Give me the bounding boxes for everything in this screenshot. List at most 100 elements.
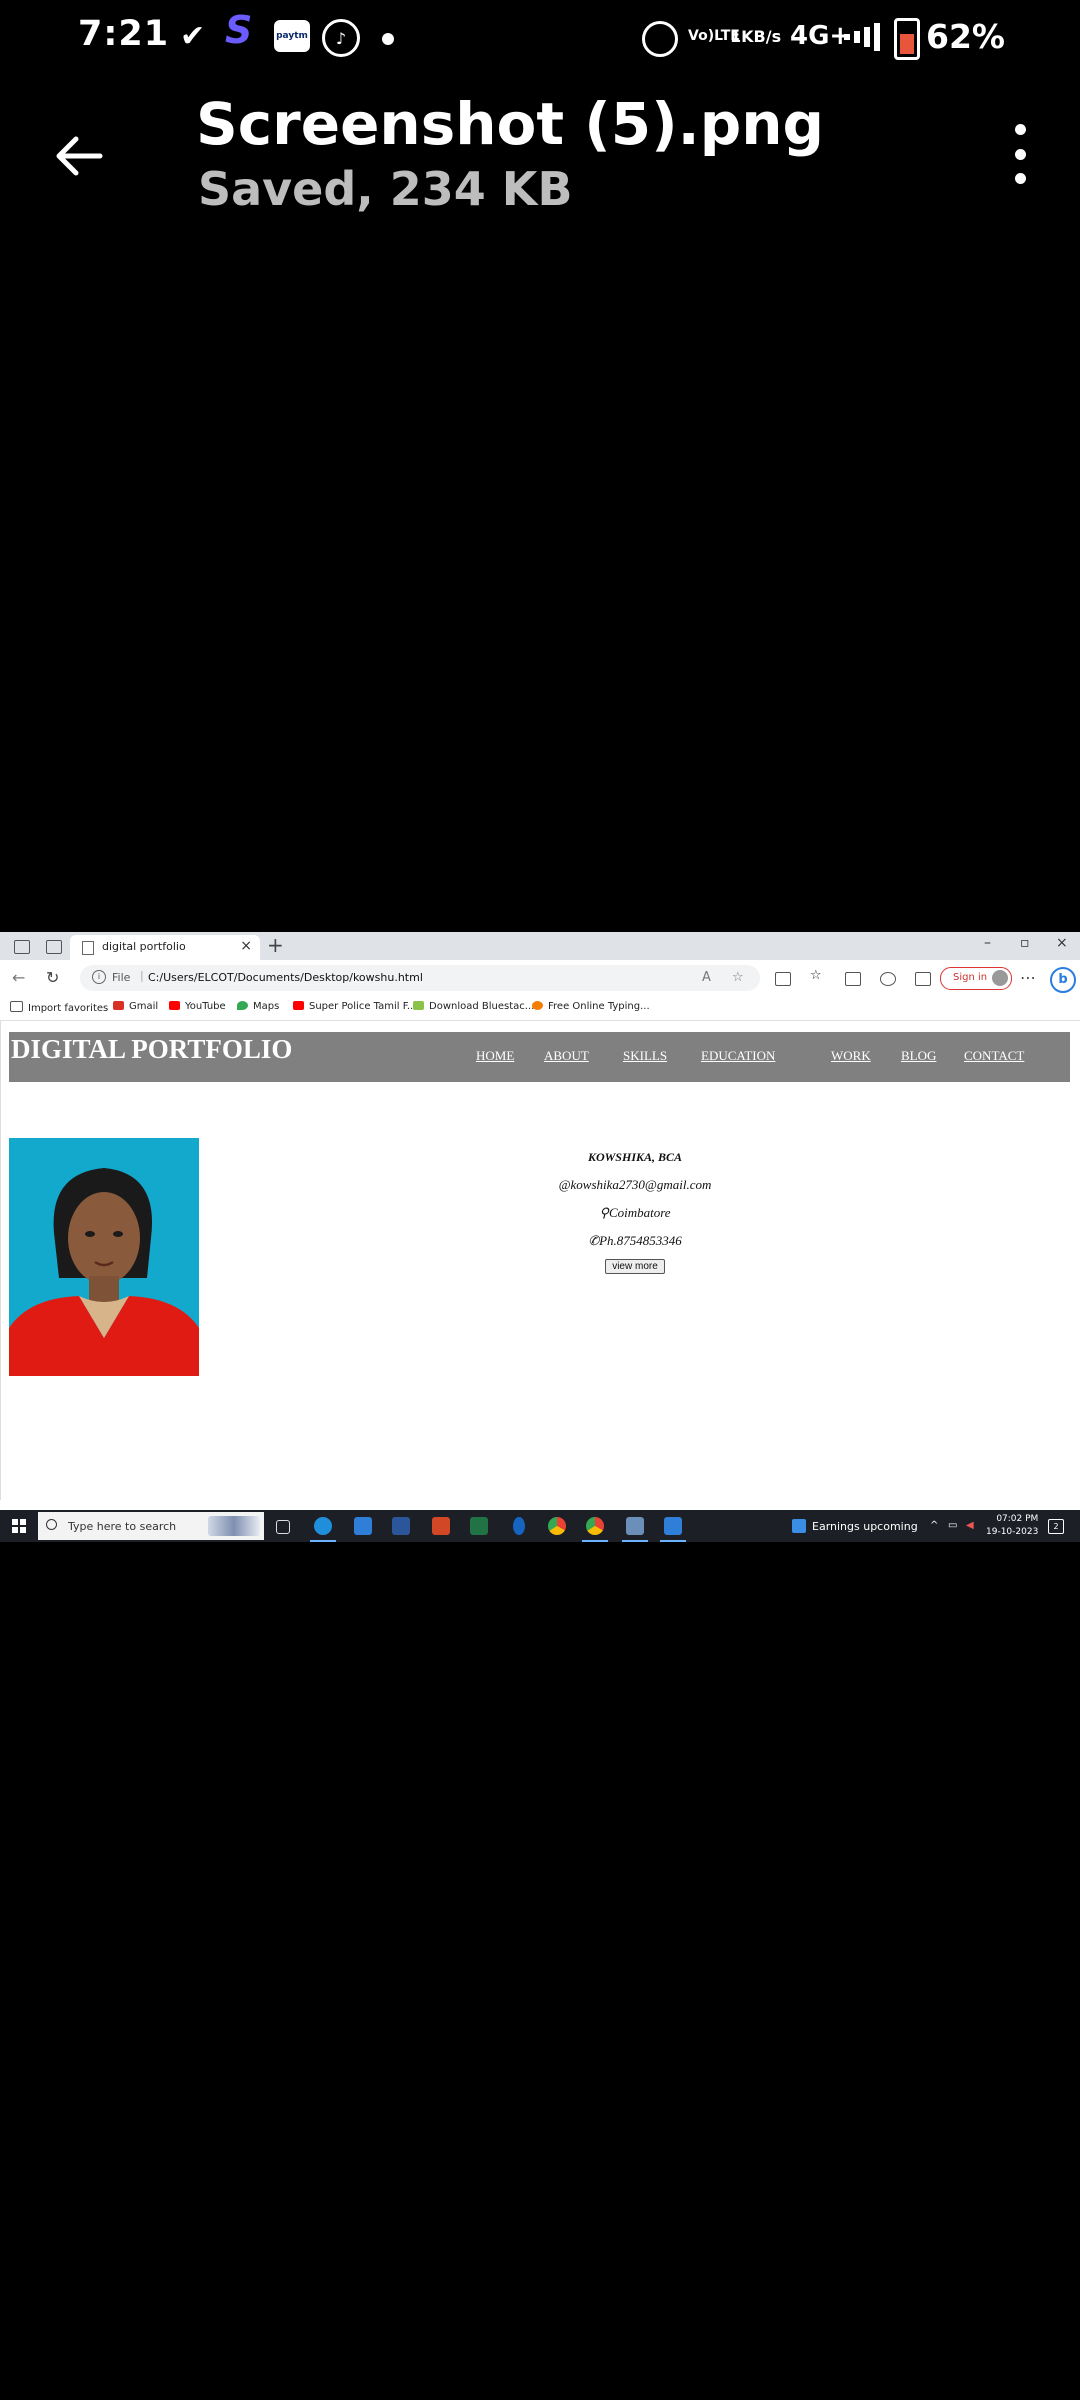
bluetooth-icon[interactable]	[513, 1517, 525, 1535]
info-icon[interactable]: i	[92, 970, 106, 984]
music-icon: ♪	[322, 19, 360, 57]
profile-email: @kowshika2730@gmail.com	[558, 1177, 712, 1192]
nav-home-link[interactable]: HOME	[476, 1048, 514, 1064]
location-pin-icon: ⚲	[599, 1205, 609, 1220]
url-prefix: File	[112, 971, 131, 984]
status-time: 7:21	[78, 14, 170, 54]
speaker-muted-icon[interactable]: ◀	[966, 1520, 974, 1531]
refresh-icon[interactable]: ↻	[46, 968, 59, 987]
tab-actions-icon[interactable]	[46, 940, 62, 954]
notepad-icon[interactable]	[622, 1517, 648, 1542]
close-window-icon[interactable]: ×	[1056, 935, 1068, 951]
word-icon[interactable]	[392, 1517, 410, 1535]
screenshot-icon[interactable]	[915, 972, 931, 986]
extensions-icon[interactable]	[880, 972, 896, 986]
task-view-icon[interactable]	[276, 1520, 290, 1534]
more-options-button[interactable]	[1000, 124, 1040, 184]
search-highlight-image	[208, 1516, 260, 1536]
windows-start-icon[interactable]	[12, 1519, 26, 1533]
dot-icon	[1014, 148, 1026, 160]
battery-percent: 62%	[926, 16, 1005, 56]
favorite-item[interactable]: Maps	[237, 1001, 279, 1012]
s-app-icon: S	[225, 8, 253, 52]
status-bar: 7:21 ✔ S paytm ♪ Vo) LTE 1 KB/s 4G+ 62%	[0, 0, 1080, 80]
site-title: DIGITAL PORTFOLIO	[11, 1034, 293, 1064]
tab-title: digital portfolio	[102, 940, 186, 953]
bing-icon[interactable]: b	[1050, 967, 1076, 993]
profile-phone-row: ✆Ph.8754853346	[520, 1233, 750, 1249]
sign-in-button[interactable]: Sign in	[940, 967, 1012, 990]
split-screen-icon[interactable]	[775, 972, 791, 986]
profile-phone: Ph.8754853346	[599, 1233, 682, 1248]
alarm-icon	[642, 21, 678, 57]
folder-icon	[10, 1001, 23, 1012]
phone-icon: ✆	[588, 1233, 600, 1248]
minimize-icon[interactable]: –	[984, 935, 991, 951]
chrome-icon[interactable]	[582, 1517, 608, 1542]
screenshot-image[interactable]: digital portfolio × + – ▫ × ← ↻ i File |…	[0, 932, 1080, 1542]
powerpoint-icon[interactable]	[432, 1517, 450, 1535]
url-separator: |	[140, 969, 144, 982]
clock-date: 19-10-2023	[986, 1527, 1039, 1537]
edge-icon[interactable]	[310, 1517, 336, 1542]
new-tab-button[interactable]: +	[267, 933, 284, 957]
stock-icon	[792, 1519, 806, 1533]
excel-icon[interactable]	[470, 1517, 488, 1535]
site-header: DIGITAL PORTFOLIO HOME ABOUT SKILLS EDUC…	[9, 1032, 1070, 1082]
favorite-item[interactable]: YouTube	[169, 1001, 226, 1012]
settings-more-icon[interactable]: ⋯	[1020, 968, 1036, 987]
dot-icon	[1014, 173, 1026, 184]
back-button[interactable]	[50, 126, 110, 186]
file-title: Screenshot (5).png	[196, 90, 825, 158]
check-icon: ✔	[180, 18, 206, 54]
browser-tab[interactable]: digital portfolio ×	[70, 935, 260, 960]
file-subtitle: Saved, 234 KB	[198, 162, 573, 216]
favorite-item[interactable]: Gmail	[113, 1001, 158, 1012]
profile-location: Coimbatore	[608, 1205, 671, 1220]
address-bar[interactable]: i File | C:/Users/ELCOT/Documents/Deskto…	[80, 965, 760, 991]
back-arrow-icon[interactable]: ←	[12, 968, 25, 987]
taskbar-search[interactable]: Type here to search	[38, 1512, 264, 1540]
favorite-item[interactable]: Download Bluestac...	[413, 1001, 534, 1012]
favorite-item[interactable]: Free Online Typing...	[532, 1001, 650, 1012]
signal-icon	[842, 22, 882, 52]
typing-icon	[532, 1001, 543, 1010]
battery-icon	[894, 18, 920, 60]
close-tab-icon[interactable]: ×	[240, 938, 252, 954]
notification-icon[interactable]: 2	[1048, 1519, 1064, 1534]
network-speed: 1 KB/s	[730, 26, 782, 46]
favorite-item[interactable]: Import favorites	[10, 1001, 108, 1014]
browser-tab-bar: digital portfolio × + – ▫ ×	[0, 932, 1080, 960]
battery-tray-icon[interactable]: ▭	[948, 1520, 957, 1531]
star-icon[interactable]: ☆	[732, 970, 744, 985]
mail-icon[interactable]	[354, 1517, 372, 1535]
nav-skills-link[interactable]: SKILLS	[623, 1048, 667, 1064]
widget-news[interactable]: Earnings upcoming	[792, 1519, 918, 1533]
nav-contact-link[interactable]: CONTACT	[964, 1048, 1024, 1064]
restore-icon[interactable]: ▫	[1020, 935, 1030, 951]
dot-icon	[382, 33, 394, 45]
search-icon	[46, 1519, 57, 1530]
favorites-icon[interactable]: ☆	[810, 968, 824, 983]
profile-location-row: ⚲Coimbatore	[520, 1205, 750, 1221]
nav-education-link[interactable]: EDUCATION	[701, 1048, 775, 1064]
chevron-up-icon[interactable]: ^	[930, 1520, 938, 1531]
view-more-button[interactable]: view more	[605, 1259, 665, 1274]
avatar	[992, 970, 1008, 986]
taskbar-clock[interactable]: 07:02 PM 19-10-2023	[986, 1513, 1038, 1539]
read-aloud-icon[interactable]: A	[702, 970, 711, 985]
paytm-icon: paytm	[274, 20, 310, 52]
page-icon	[82, 941, 94, 955]
favorite-item[interactable]: Super Police Tamil F...	[293, 1001, 416, 1012]
paint-icon[interactable]	[660, 1517, 686, 1542]
search-placeholder: Type here to search	[68, 1520, 177, 1533]
workspaces-icon[interactable]	[14, 940, 30, 954]
collections-icon[interactable]	[845, 972, 861, 986]
nav-blog-link[interactable]: BLOG	[901, 1048, 936, 1064]
profile-photo	[9, 1138, 199, 1376]
nav-about-link[interactable]: ABOUT	[544, 1048, 589, 1064]
youtube-icon	[293, 1001, 304, 1010]
chrome-icon[interactable]	[548, 1517, 566, 1535]
dot-icon	[1014, 124, 1026, 135]
nav-work-link[interactable]: WORK	[831, 1048, 871, 1064]
